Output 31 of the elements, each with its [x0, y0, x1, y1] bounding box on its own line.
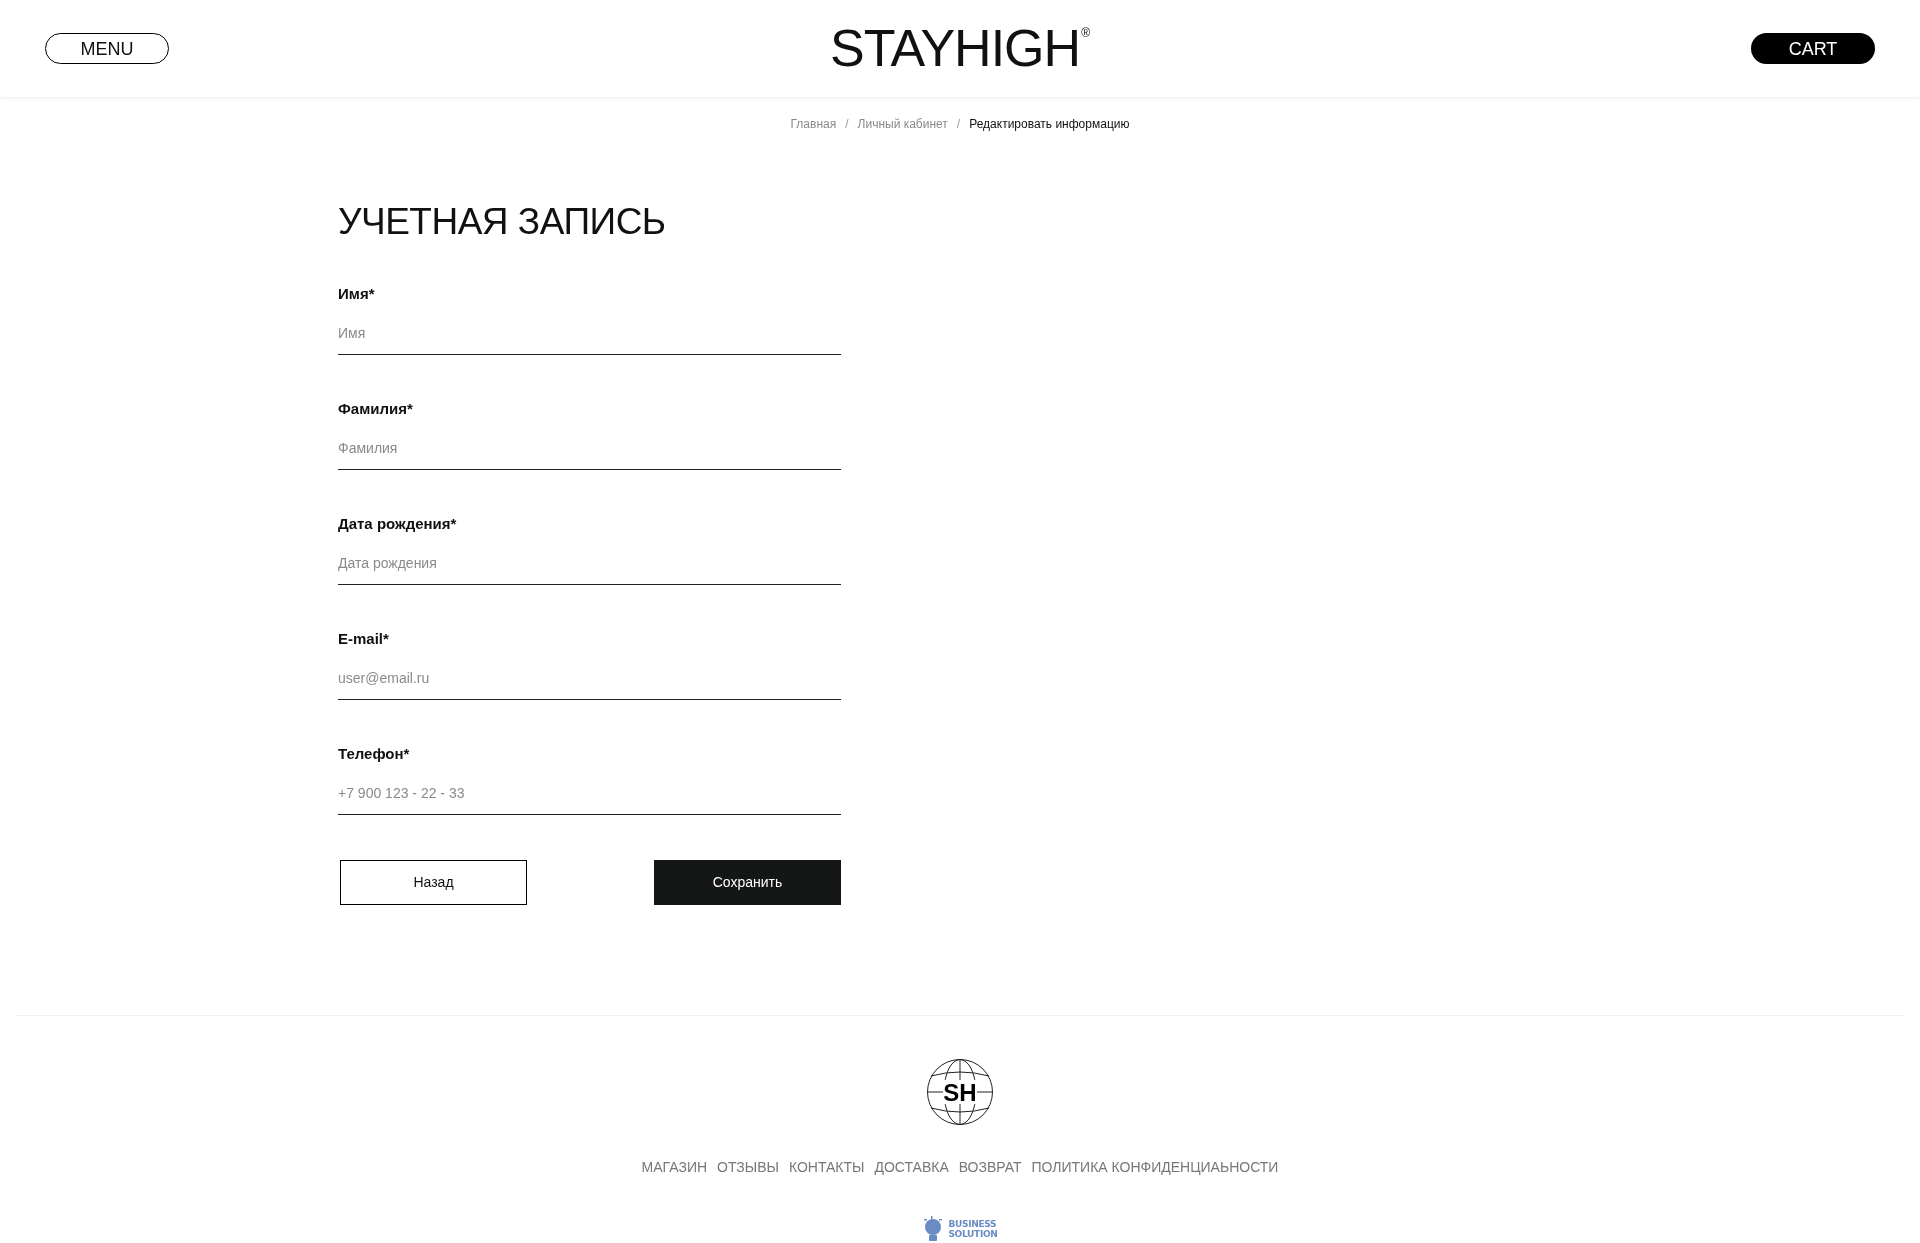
- field-label: Телефон*: [338, 746, 411, 761]
- input-field[interactable]: Дата рождения: [338, 545, 841, 585]
- breadcrumb-separator: /: [956, 116, 961, 133]
- field-label: Дата рождения*: [338, 516, 458, 531]
- breadcrumb-current[interactable]: Редактировать информацию: [969, 115, 1130, 133]
- input-field[interactable]: Фамилия: [338, 430, 841, 470]
- breadcrumb-link[interactable]: Личный кабинет: [857, 115, 948, 133]
- breadcrumb-separator: /: [845, 116, 849, 133]
- registered-mark: ®: [1081, 27, 1090, 39]
- footer-link[interactable]: МАГАЗИН: [641, 1157, 708, 1178]
- footer-link[interactable]: ОТЗЫВЫ: [717, 1157, 779, 1178]
- input-field[interactable]: Имя: [338, 315, 841, 355]
- developer-logo-text: BUSINESS: [948, 1219, 998, 1229]
- breadcrumb-link[interactable]: Главная: [790, 115, 837, 133]
- footer-link[interactable]: ПОЛИТИКА КОНФИДЕНЦИАЬНОСТИ: [1031, 1157, 1279, 1178]
- footer-link[interactable]: КОНТАКТЫ: [788, 1157, 865, 1178]
- logo[interactable]: STAYHIGH: [830, 22, 1081, 74]
- field-label: Имя*: [338, 286, 376, 301]
- lightbulb-icon: [922, 1214, 945, 1243]
- input-field[interactable]: +7 900 123 - 22 - 33: [338, 775, 841, 815]
- globe-logo[interactable]: SH: [926, 1058, 994, 1126]
- field-label: E-mail*: [338, 631, 390, 646]
- footer-link[interactable]: ДОСТАВКА: [874, 1157, 949, 1178]
- developer-logo-text: SOLUTION: [948, 1229, 998, 1239]
- save-button[interactable]: Сохранить: [654, 860, 841, 905]
- input-field[interactable]: user@email.ru: [338, 660, 841, 700]
- page-title: УЧЕТНАЯ ЗАПИСЬ: [338, 203, 667, 240]
- back-button[interactable]: Назад: [340, 860, 527, 905]
- footer-link[interactable]: ВОЗВРАТ: [958, 1157, 1022, 1178]
- field-label: Фамилия*: [338, 401, 414, 416]
- cart-button[interactable]: CART: [1751, 33, 1875, 64]
